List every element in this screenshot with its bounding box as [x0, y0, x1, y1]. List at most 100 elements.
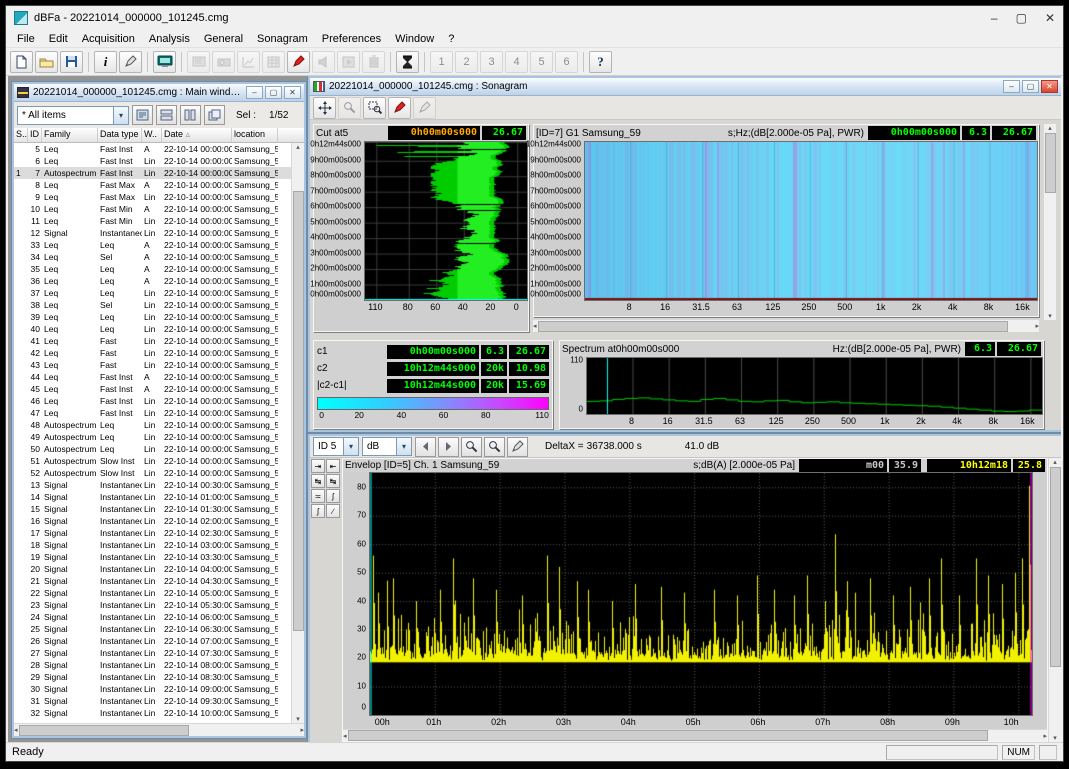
scroll-up-icon[interactable]: ▴ [1048, 124, 1052, 132]
table-row[interactable]: 9LeqFast MaxLin22-10-14 00:00:00Samsung_… [14, 191, 291, 203]
table-row[interactable]: 42LeqFastLin22-10-14 00:00:00Samsung_5 [14, 347, 291, 359]
column-header-s[interactable]: S.. [14, 128, 28, 142]
scroll-down-icon[interactable]: ▾ [1053, 734, 1057, 742]
column-header-id[interactable]: ID [28, 128, 42, 142]
table-row[interactable]: 32SignalInstantaneousLin22-10-14 10:00:0… [14, 707, 291, 719]
table-row[interactable]: 51AutospectrumSlow InstLin22-10-14 00:00… [14, 455, 291, 467]
spectrum-plot[interactable] [586, 357, 1043, 415]
menu-acquisition[interactable]: Acquisition [75, 32, 142, 46]
scroll-right-icon[interactable]: ▸ [1035, 322, 1039, 330]
table-row[interactable]: 48AutospectrumLeqLin22-10-14 00:00:00Sam… [14, 419, 291, 431]
scroll-left-icon[interactable]: ◂ [533, 322, 537, 330]
table-row[interactable]: 20SignalInstantaneousLin22-10-14 04:00:0… [14, 563, 291, 575]
table-row[interactable]: 27SignalInstantaneousLin22-10-14 07:30:0… [14, 647, 291, 659]
table-row[interactable]: 19SignalInstantaneousLin22-10-14 03:30:0… [14, 551, 291, 563]
cursor-to-end-button[interactable]: ⇥ [311, 459, 325, 473]
restore-button[interactable]: ▢ [1022, 80, 1039, 93]
table-row[interactable]: 13SignalInstantaneousLin22-10-14 00:30:0… [14, 479, 291, 491]
column-header-location[interactable]: location [232, 128, 278, 142]
table-row[interactable]: 41LeqFastLin22-10-14 00:00:00Samsung_5 [14, 335, 291, 347]
cascade-button[interactable] [204, 105, 225, 125]
table-row[interactable]: 29SignalInstantaneousLin22-10-14 08:30:0… [14, 671, 291, 683]
step-curve-button[interactable]: ʃ [326, 489, 340, 503]
pan-button[interactable] [313, 97, 336, 119]
table-row[interactable]: 22SignalInstantaneousLin22-10-14 05:00:0… [14, 587, 291, 599]
table-row[interactable]: 38LeqSelLin22-10-14 00:00:00Samsung_5 [14, 299, 291, 311]
cursor-pen-button[interactable] [388, 97, 411, 119]
red-pen-button[interactable] [287, 51, 310, 73]
table-row[interactable]: 21SignalInstantaneousLin22-10-14 04:30:0… [14, 575, 291, 587]
table-row[interactable]: 17AutospectrumFast InstLin22-10-14 00:00… [14, 167, 291, 179]
menu-sonagram[interactable]: Sonagram [250, 32, 315, 46]
table-row[interactable]: 11LeqFast MinLin22-10-14 00:00:00Samsung… [14, 215, 291, 227]
scroll-left-icon[interactable]: ◂ [343, 732, 347, 740]
menu-general[interactable]: General [197, 32, 250, 46]
hourglass-button[interactable] [396, 51, 419, 73]
menu-file[interactable]: File [10, 32, 42, 46]
table-vscrollbar[interactable]: ▴▾ [291, 143, 304, 723]
table-row[interactable]: 37LeqLeqLin22-10-14 00:00:00Samsung_5 [14, 287, 291, 299]
menu-window[interactable]: Window [388, 32, 441, 46]
table-row[interactable]: 6LeqFast InstLin22-10-14 00:00:00Samsung… [14, 155, 291, 167]
scroll-thumb[interactable] [19, 725, 189, 736]
table-row[interactable]: 35LeqLeqA22-10-14 00:00:00Samsung_5 [14, 263, 291, 275]
table-row[interactable]: 44LeqFast InstA22-10-14 00:00:00Samsung_… [14, 371, 291, 383]
cursors-span-button[interactable]: ↹ [311, 474, 325, 488]
resize-grip[interactable] [1039, 745, 1057, 760]
scroll-thumb[interactable] [1050, 467, 1061, 667]
table-row[interactable]: 45LeqFast InstA22-10-14 00:00:00Samsung_… [14, 383, 291, 395]
column-header-w[interactable]: W.. [142, 128, 162, 142]
properties-button[interactable] [132, 105, 153, 125]
table-row[interactable]: 12SignalInstantaneousLin22-10-14 00:00:0… [14, 227, 291, 239]
table-row[interactable]: 18SignalInstantaneousLin22-10-14 03:00:0… [14, 539, 291, 551]
table-row[interactable]: 52AutospectrumSlow InstLin22-10-14 00:00… [14, 467, 291, 479]
table-row[interactable]: 46LeqFast InstLin22-10-14 00:00:00Samsun… [14, 395, 291, 407]
scroll-thumb[interactable] [538, 321, 1008, 332]
cut-plot[interactable] [364, 141, 528, 301]
maximize-button[interactable]: ▢ [1016, 11, 1027, 25]
table-row[interactable]: 26SignalInstantaneousLin22-10-14 07:00:0… [14, 635, 291, 647]
table-row[interactable]: 28SignalInstantaneousLin22-10-14 08:00:0… [14, 659, 291, 671]
table-row[interactable]: 31SignalInstantaneousLin22-10-14 09:30:0… [14, 695, 291, 707]
table-row[interactable]: 8LeqFast MaxA22-10-14 00:00:00Samsung_5 [14, 179, 291, 191]
table-row[interactable]: 16SignalInstantaneousLin22-10-14 02:00:0… [14, 515, 291, 527]
table-row[interactable]: 17SignalInstantaneousLin22-10-14 02:30:0… [14, 527, 291, 539]
scroll-up-icon[interactable]: ▴ [1053, 458, 1057, 466]
table-row[interactable]: 34LeqSelA22-10-14 00:00:00Samsung_5 [14, 251, 291, 263]
table-row[interactable]: 36LeqLeqA22-10-14 00:00:00Samsung_5 [14, 275, 291, 287]
monitor-button[interactable] [153, 51, 176, 73]
menu-analysis[interactable]: Analysis [142, 32, 197, 46]
tile-horizontal-button[interactable] [156, 105, 177, 125]
table-row[interactable]: 15SignalInstantaneousLin22-10-14 01:30:0… [14, 503, 291, 515]
menu-preferences[interactable]: Preferences [315, 32, 388, 46]
table-row[interactable]: 25SignalInstantaneousLin22-10-14 06:30:0… [14, 623, 291, 635]
minimize-button[interactable]: – [991, 11, 998, 25]
table-row[interactable]: 47LeqFast InstLin22-10-14 00:00:00Samsun… [14, 407, 291, 419]
scroll-thumb[interactable] [348, 730, 988, 741]
minimize-button[interactable]: – [1003, 80, 1020, 93]
open-file-button[interactable] [35, 51, 58, 73]
info-button[interactable]: i [94, 51, 117, 73]
new-file-button[interactable] [10, 51, 33, 73]
table-row[interactable]: 10LeqFast MinA22-10-14 00:00:00Samsung_5 [14, 203, 291, 215]
scroll-thumb[interactable] [1045, 133, 1056, 193]
envelope-plot[interactable] [369, 472, 1033, 716]
menu-edit[interactable]: Edit [42, 32, 75, 46]
zoom-button[interactable] [461, 437, 482, 457]
sonagram-vscrollbar[interactable]: ▴▾ [1043, 124, 1056, 320]
envelope-hscrollbar[interactable]: ◂▸ [343, 729, 1047, 741]
table-row[interactable]: 39LeqLeqLin22-10-14 00:00:00Samsung_5 [14, 311, 291, 323]
cursor-to-start-button[interactable]: ⇤ [326, 459, 340, 473]
scroll-right-icon[interactable]: ▸ [300, 726, 304, 734]
close-button[interactable]: ✕ [1045, 11, 1055, 25]
table-row[interactable]: 49AutospectrumLeqLin22-10-14 00:00:00Sam… [14, 431, 291, 443]
tile-vertical-button[interactable] [180, 105, 201, 125]
close-button[interactable]: ✕ [284, 86, 301, 99]
menu-help[interactable]: ? [441, 32, 461, 46]
table-row[interactable]: 33LeqLeqA22-10-14 00:00:00Samsung_5 [14, 239, 291, 251]
column-header-date[interactable]: Date ▵ [162, 128, 232, 142]
minimize-button[interactable]: – [246, 86, 263, 99]
zoom-window-button[interactable] [363, 97, 386, 119]
scroll-thumb[interactable] [293, 191, 304, 631]
column-header-family[interactable]: Family [42, 128, 98, 142]
